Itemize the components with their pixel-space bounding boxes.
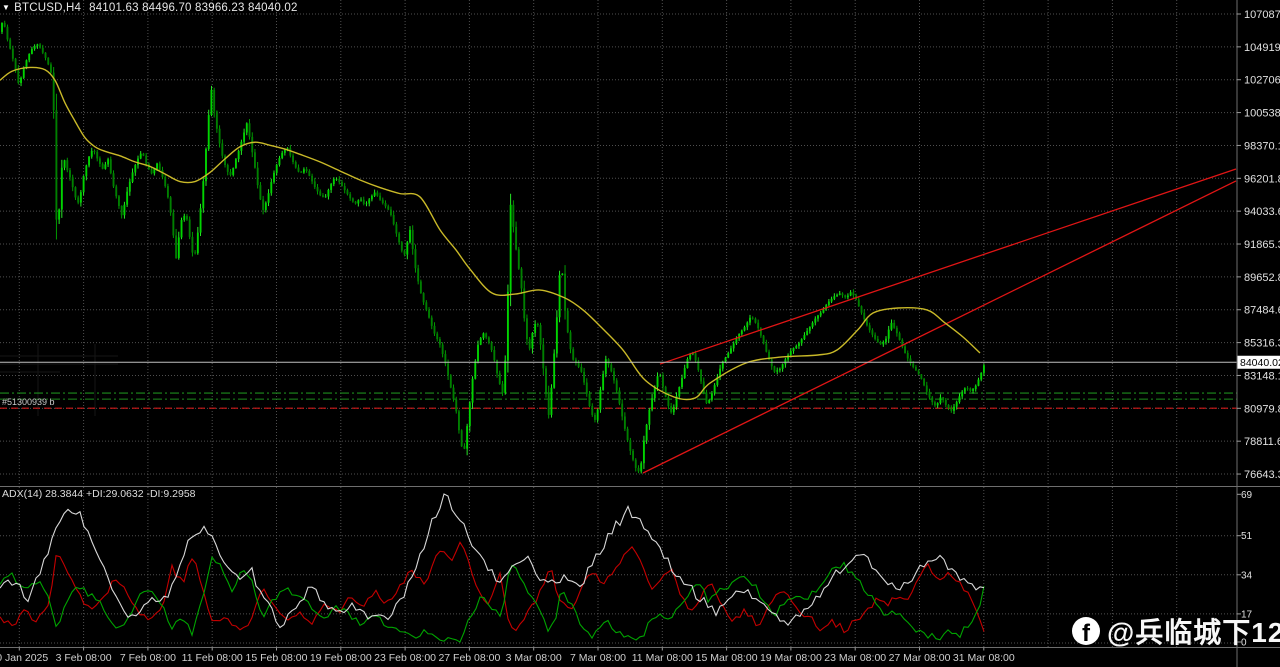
svg-text:102706.60: 102706.60 bbox=[1244, 75, 1280, 87]
svg-text:51: 51 bbox=[1241, 531, 1253, 542]
svg-text:23 Mar 08:00: 23 Mar 08:00 bbox=[824, 652, 886, 664]
svg-text:91865.35: 91865.35 bbox=[1244, 239, 1280, 251]
svg-text:96201.85: 96201.85 bbox=[1244, 173, 1280, 185]
svg-text:87484.60: 87484.60 bbox=[1244, 305, 1280, 317]
svg-text:15 Feb 08:00: 15 Feb 08:00 bbox=[246, 652, 308, 664]
svg-text:34: 34 bbox=[1241, 570, 1253, 581]
svg-text:3 Mar 08:00: 3 Mar 08:00 bbox=[506, 652, 562, 664]
svg-text:100538.35: 100538.35 bbox=[1244, 108, 1280, 120]
trading-chart-window: 107087.35 104919.10 102706.60 100538.35 9837… bbox=[0, 0, 1280, 667]
svg-text:23 Feb 08:00: 23 Feb 08:00 bbox=[374, 652, 436, 664]
svg-text:98370.10: 98370.10 bbox=[1244, 140, 1280, 152]
svg-text:85316.35: 85316.35 bbox=[1244, 338, 1280, 350]
svg-text:19 Feb 08:00: 19 Feb 08:00 bbox=[310, 652, 372, 664]
svg-text:3 Feb 08:00: 3 Feb 08:00 bbox=[56, 652, 112, 664]
svg-text:80979.85: 80979.85 bbox=[1244, 403, 1280, 415]
svg-text:30 Jan 2025: 30 Jan 2025 bbox=[0, 652, 48, 664]
indicator-label: ADX(14) 28.3844 +DI:29.0632 -DI:9.2958 bbox=[2, 488, 196, 500]
symbol-info-line: ▼ BTCUSD,H4 84101.63 84496.70 83966.23 840… bbox=[2, 2, 298, 14]
svg-text:7 Feb 08:00: 7 Feb 08:00 bbox=[120, 652, 176, 664]
order-line-label: #51300939 b bbox=[2, 397, 55, 407]
candlestick-chart-canvas[interactable]: 107087.35 104919.10 102706.60 100538.35 9837… bbox=[0, 0, 1280, 667]
facebook-icon: f bbox=[1072, 617, 1100, 645]
svg-text:83148.10: 83148.10 bbox=[1244, 370, 1280, 382]
svg-text:78811.60: 78811.60 bbox=[1244, 436, 1280, 448]
svg-text:19 Mar 08:00: 19 Mar 08:00 bbox=[760, 652, 822, 664]
svg-text:27 Mar 08:00: 27 Mar 08:00 bbox=[889, 652, 951, 664]
svg-text:107087.35: 107087.35 bbox=[1244, 9, 1280, 21]
symbol-dropdown-icon[interactable]: ▼ bbox=[2, 3, 10, 12]
svg-text:11 Mar 08:00: 11 Mar 08:00 bbox=[632, 652, 693, 664]
svg-text:7 Mar 08:00: 7 Mar 08:00 bbox=[570, 652, 626, 664]
svg-text:31 Mar 08:00: 31 Mar 08:00 bbox=[953, 652, 1015, 664]
svg-text:104919.10: 104919.10 bbox=[1244, 42, 1280, 54]
watermark: f @兵临城下123 bbox=[1072, 611, 1280, 651]
svg-text:89652.85: 89652.85 bbox=[1244, 272, 1280, 284]
ohlc-values: 84101.63 84496.70 83966.23 84040.02 bbox=[89, 2, 298, 14]
symbol-period-label: BTCUSD,H4 bbox=[14, 2, 82, 14]
svg-text:27 Feb 08:00: 27 Feb 08:00 bbox=[438, 652, 500, 664]
watermark-text: @兵临城下123 bbox=[1107, 617, 1280, 648]
svg-text:76643.35: 76643.35 bbox=[1244, 469, 1280, 481]
svg-text:84040.02: 84040.02 bbox=[1240, 357, 1280, 369]
svg-text:94033.60: 94033.60 bbox=[1244, 206, 1280, 218]
svg-text:11 Feb 08:00: 11 Feb 08:00 bbox=[182, 652, 243, 664]
svg-text:15 Mar 08:00: 15 Mar 08:00 bbox=[696, 652, 758, 664]
svg-text:69: 69 bbox=[1241, 490, 1253, 501]
